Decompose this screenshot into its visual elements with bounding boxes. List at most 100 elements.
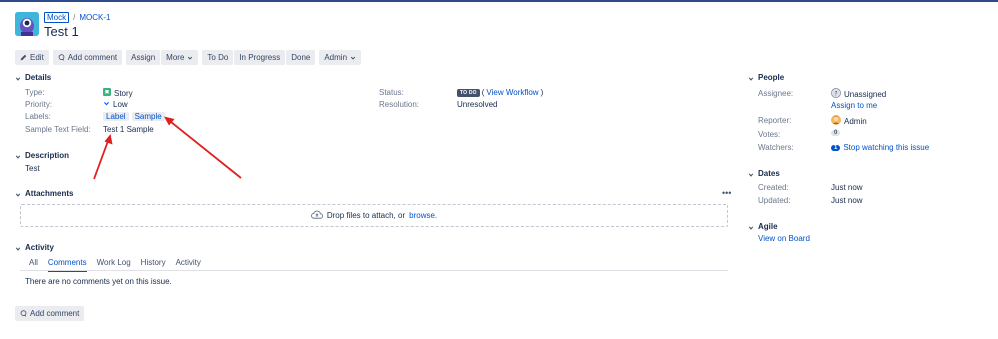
breadcrumb-separator: / <box>73 13 76 22</box>
browse-link[interactable]: browse. <box>409 211 437 220</box>
add-comment-bottom-button[interactable]: Add comment <box>15 306 85 321</box>
watchers-label: Watchers: <box>758 143 794 152</box>
activity-heading: Activity <box>25 243 54 252</box>
details-section-toggle[interactable]: Details <box>15 73 51 82</box>
description-section-toggle[interactable]: Description <box>15 151 69 160</box>
description-text[interactable]: Test <box>25 164 40 173</box>
stop-watching-link[interactable]: Stop watching this issue <box>843 143 929 152</box>
chevron-down-icon <box>15 245 21 251</box>
cloud-upload-icon <box>310 210 323 221</box>
breadcrumb: Mock / MOCK-1 <box>44 12 110 23</box>
agile-heading: Agile <box>758 222 778 231</box>
priority-value: Low <box>103 100 128 109</box>
dates-section-toggle[interactable]: Dates <box>748 169 780 178</box>
todo-button[interactable]: To Do <box>202 50 234 65</box>
admin-button-label: Admin <box>324 53 348 62</box>
updated-label: Updated: <box>758 196 791 205</box>
label-chip-sample[interactable]: Sample <box>131 112 165 121</box>
edit-button[interactable]: Edit <box>15 50 49 65</box>
more-button-label: More <box>166 53 185 62</box>
votes-count-badge: 0 <box>831 130 841 136</box>
view-workflow-close-paren: ) <box>540 88 544 97</box>
attachments-section-toggle[interactable]: Attachments <box>15 189 73 198</box>
chevron-down-icon <box>748 75 754 81</box>
resolution-value: Unresolved <box>457 100 498 109</box>
labels-label: Labels: <box>25 112 51 121</box>
votes-label: Votes: <box>758 130 781 139</box>
sample-text-field-value[interactable]: Test 1 Sample <box>103 125 154 134</box>
view-workflow-link[interactable]: View Workflow <box>486 88 538 97</box>
issue-title[interactable]: Test 1 <box>44 24 79 39</box>
attachments-more-button[interactable]: ••• <box>722 188 731 198</box>
priority-label: Priority: <box>25 100 53 109</box>
status-label: Status: <box>379 88 404 97</box>
attachments-heading: Attachments <box>25 189 74 198</box>
comment-icon <box>20 310 27 317</box>
activity-section-toggle[interactable]: Activity <box>15 243 54 252</box>
resolution-label: Resolution: <box>379 100 420 109</box>
description-heading: Description <box>25 151 70 160</box>
status-value: TO DO (View Workflow) <box>457 88 543 97</box>
view-on-board-link[interactable]: View on Board <box>758 234 810 243</box>
people-heading: People <box>758 73 785 82</box>
status-badge: TO DO <box>457 88 480 97</box>
unassigned-avatar-icon: ? <box>831 88 841 100</box>
people-section-toggle[interactable]: People <box>748 73 784 82</box>
view-workflow-open-paren: ( <box>481 88 485 97</box>
dates-heading: Dates <box>758 169 780 178</box>
type-label: Type: <box>25 88 45 97</box>
comment-icon <box>58 54 65 61</box>
svg-text:?: ? <box>834 90 837 97</box>
action-button-group: Assign More <box>126 50 199 65</box>
details-heading: Details <box>25 73 52 82</box>
breadcrumb-project-link[interactable]: Mock <box>44 12 70 23</box>
story-icon <box>103 88 111 98</box>
issue-toolbar: Edit Add comment Assign More To Do In Pr… <box>15 50 362 65</box>
arrow-to-sample-field <box>93 134 113 180</box>
priority-value-text: Low <box>113 100 128 109</box>
attachment-drop-zone[interactable]: Drop files to attach, or browse. <box>20 204 728 227</box>
assign-button[interactable]: Assign <box>126 50 161 65</box>
chevron-down-icon <box>15 191 21 197</box>
sample-text-field-label: Sample Text Field: <box>25 125 91 134</box>
reporter-value[interactable]: Admin <box>831 115 867 127</box>
agile-section-toggle[interactable]: Agile <box>748 222 778 231</box>
chevron-down-icon <box>187 55 193 61</box>
chevron-down-icon <box>15 75 21 81</box>
drop-zone-text: Drop files to attach, or <box>326 211 406 220</box>
admin-button[interactable]: Admin <box>319 50 362 65</box>
created-value: Just now <box>831 183 863 192</box>
labels-value: Label Sample <box>103 112 165 121</box>
assignee-value-text: Unassigned <box>844 89 887 99</box>
votes-value[interactable]: 0 <box>831 130 841 136</box>
chevron-down-icon <box>748 224 754 230</box>
arrow-to-sample-label <box>164 116 242 179</box>
label-chip-label[interactable]: Label <box>103 112 129 121</box>
watchers-value: 1 Stop watching this issue <box>831 143 929 152</box>
created-label: Created: <box>758 183 789 192</box>
assignee-label: Assignee: <box>758 89 794 98</box>
project-avatar-icon[interactable] <box>15 12 39 36</box>
chevron-down-icon <box>15 153 21 159</box>
workflow-button-group: To Do In Progress Done <box>202 50 316 65</box>
add-comment-button-label: Add comment <box>67 53 118 62</box>
add-comment-button[interactable]: Add comment <box>52 50 123 65</box>
chevron-down-icon <box>350 55 356 61</box>
pencil-icon <box>20 54 27 61</box>
in-progress-button[interactable]: In Progress <box>234 50 286 65</box>
done-button[interactable]: Done <box>286 50 316 65</box>
reporter-value-text: Admin <box>844 116 867 126</box>
no-comments-message: There are no comments yet on this issue. <box>25 277 172 286</box>
assignee-value[interactable]: ? Unassigned <box>831 88 886 100</box>
add-comment-bottom-label: Add comment <box>30 309 80 318</box>
assign-to-me-link[interactable]: Assign to me <box>831 101 877 110</box>
reporter-label: Reporter: <box>758 116 792 125</box>
priority-low-icon <box>103 100 110 109</box>
more-button[interactable]: More <box>161 50 199 65</box>
edit-button-label: Edit <box>30 53 44 62</box>
tabs-divider <box>20 270 728 271</box>
type-value-text: Story <box>114 88 133 98</box>
breadcrumb-issue-key[interactable]: MOCK-1 <box>79 13 110 22</box>
watchers-count-badge[interactable]: 1 <box>831 144 841 151</box>
admin-avatar-icon <box>831 115 841 127</box>
